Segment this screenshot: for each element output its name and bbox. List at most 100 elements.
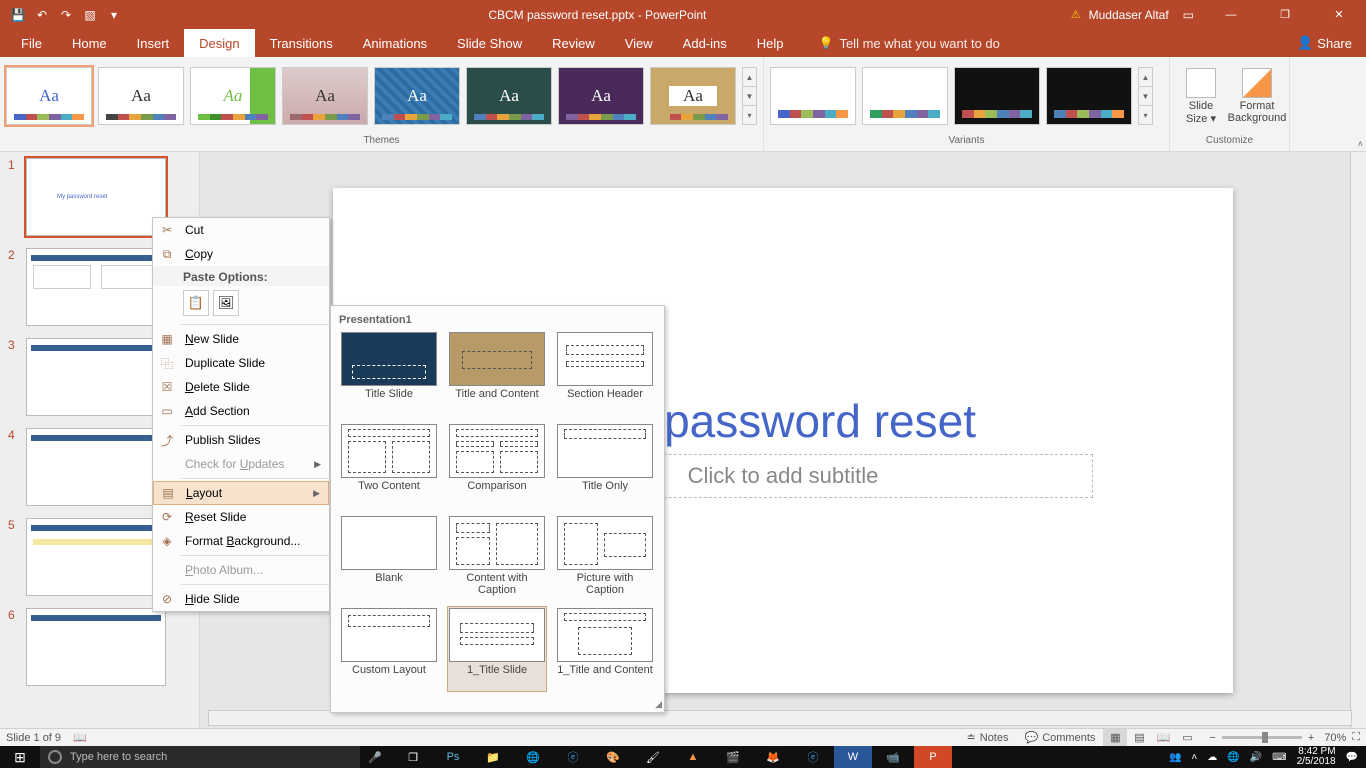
- vertical-scrollbar[interactable]: [1350, 152, 1366, 728]
- chrome-icon[interactable]: 🌐: [514, 746, 552, 768]
- layout-picture-caption[interactable]: Picture with Caption: [555, 514, 655, 600]
- resize-handle-icon[interactable]: ◢: [655, 699, 662, 710]
- tell-me-search[interactable]: 💡Tell me what you want to do: [819, 29, 1000, 57]
- ctx-layout[interactable]: ▤Layout▶: [153, 481, 329, 505]
- ctx-delete-slide[interactable]: ☒Delete Slide: [153, 375, 329, 399]
- layout-title-slide[interactable]: Title Slide: [339, 330, 439, 416]
- firefox-icon[interactable]: 🦊: [754, 746, 792, 768]
- scroll-up-icon[interactable]: ▲: [743, 68, 756, 87]
- collapse-ribbon-icon[interactable]: ˄: [1358, 139, 1363, 149]
- tab-addins[interactable]: Add-ins: [668, 29, 742, 57]
- minimize-button[interactable]: —: [1208, 0, 1254, 29]
- comments-button[interactable]: 💬Comments: [1017, 729, 1104, 746]
- tab-transitions[interactable]: Transitions: [255, 29, 348, 57]
- filmora-icon[interactable]: 🎬: [714, 746, 752, 768]
- layout-content-caption[interactable]: Content with Caption: [447, 514, 547, 600]
- normal-view-icon[interactable]: ▦: [1103, 729, 1127, 747]
- ctx-new-slide[interactable]: ▦New Slide: [153, 327, 329, 351]
- layout-two-content[interactable]: Two Content: [339, 422, 439, 508]
- edge-icon[interactable]: ⓔ: [794, 746, 832, 768]
- variants-gallery-more[interactable]: ▲▼▾: [1138, 67, 1153, 125]
- expand-gallery-icon[interactable]: ▾: [743, 106, 756, 124]
- variant-1[interactable]: [770, 67, 856, 125]
- vlc-icon[interactable]: ▲: [674, 746, 712, 768]
- layout-title-only[interactable]: Title Only: [555, 422, 655, 508]
- layout-comparison[interactable]: Comparison: [447, 422, 547, 508]
- share-button[interactable]: 👤Share: [1283, 29, 1366, 57]
- volume-icon[interactable]: 🔊: [1250, 752, 1262, 763]
- layout-1-title-content[interactable]: 1_Title and Content: [555, 606, 655, 692]
- theme-3[interactable]: Aa: [190, 67, 276, 125]
- theme-4[interactable]: Aa: [282, 67, 368, 125]
- layout-custom[interactable]: Custom Layout: [339, 606, 439, 692]
- reading-view-icon[interactable]: 📖: [1151, 729, 1175, 747]
- zoom-icon[interactable]: 📹: [874, 746, 912, 768]
- account-name[interactable]: Muddaser Altaf: [1089, 8, 1169, 22]
- expand-gallery-icon[interactable]: ▾: [1139, 106, 1152, 124]
- theme-8[interactable]: Aa: [650, 67, 736, 125]
- tab-design[interactable]: Design: [184, 29, 254, 57]
- tab-insert[interactable]: Insert: [122, 29, 185, 57]
- themes-gallery-more[interactable]: ▲▼▾: [742, 67, 757, 125]
- tab-view[interactable]: View: [610, 29, 668, 57]
- scroll-down-icon[interactable]: ▼: [743, 87, 756, 106]
- theme-5[interactable]: Aa: [374, 67, 460, 125]
- onedrive-icon[interactable]: ☁: [1207, 752, 1217, 763]
- layout-section-header[interactable]: Section Header: [555, 330, 655, 416]
- word-icon[interactable]: W: [834, 746, 872, 768]
- scroll-up-icon[interactable]: ▲: [1139, 68, 1152, 87]
- keyboard-icon[interactable]: ⌨: [1272, 752, 1286, 763]
- variant-2[interactable]: [862, 67, 948, 125]
- close-button[interactable]: ✕: [1316, 0, 1362, 29]
- explorer-icon[interactable]: 📁: [474, 746, 512, 768]
- tray-expand-icon[interactable]: ˄: [1191, 752, 1197, 763]
- people-icon[interactable]: 👥: [1169, 752, 1181, 763]
- ctx-add-section[interactable]: ▭Add Section: [153, 399, 329, 423]
- qat-more-icon[interactable]: ▾: [104, 5, 124, 25]
- redo-icon[interactable]: ↷: [56, 5, 76, 25]
- tab-review[interactable]: Review: [537, 29, 610, 57]
- tab-animations[interactable]: Animations: [348, 29, 442, 57]
- paint-icon[interactable]: 🖌: [634, 746, 672, 768]
- app-icon[interactable]: 🎨: [594, 746, 632, 768]
- undo-icon[interactable]: ↶: [32, 5, 52, 25]
- ribbon-options-icon[interactable]: ▭: [1177, 8, 1200, 22]
- start-from-beginning-icon[interactable]: ▧: [80, 5, 100, 25]
- layout-title-content[interactable]: Title and Content: [447, 330, 547, 416]
- fit-to-window-icon[interactable]: ⛶: [1352, 731, 1360, 744]
- notes-button[interactable]: ≐Notes: [959, 729, 1017, 746]
- paste-dest-theme[interactable]: 📋: [183, 290, 209, 316]
- notifications-icon[interactable]: 💬: [1346, 752, 1358, 763]
- spellcheck-icon[interactable]: 📖: [73, 731, 87, 744]
- zoom-in-button[interactable]: +: [1308, 732, 1314, 744]
- zoom-level[interactable]: 70%: [1324, 732, 1346, 744]
- ctx-hide-slide[interactable]: ⊘Hide Slide: [153, 587, 329, 611]
- ctx-publish-slides[interactable]: ⤴Publish Slides: [153, 428, 329, 452]
- scroll-down-icon[interactable]: ▼: [1139, 87, 1152, 106]
- microphone-icon[interactable]: 🎤: [360, 751, 390, 764]
- ctx-format-background[interactable]: ◈Format Background...: [153, 529, 329, 553]
- tab-file[interactable]: File: [6, 29, 57, 57]
- tab-home[interactable]: Home: [57, 29, 122, 57]
- theme-6[interactable]: Aa: [466, 67, 552, 125]
- paste-picture[interactable]: 🖼: [213, 290, 239, 316]
- ie-icon[interactable]: ⓔ: [554, 746, 592, 768]
- ctx-cut[interactable]: ✂Cut: [153, 218, 329, 242]
- taskbar-search[interactable]: Type here to search: [40, 746, 360, 768]
- layout-1-title-slide[interactable]: 1_Title Slide: [447, 606, 547, 692]
- format-background-button[interactable]: Format Background: [1232, 66, 1282, 126]
- theme-office[interactable]: Aa: [6, 67, 92, 125]
- layout-blank[interactable]: Blank: [339, 514, 439, 600]
- variant-3[interactable]: [954, 67, 1040, 125]
- ctx-duplicate-slide[interactable]: ⿻Duplicate Slide: [153, 351, 329, 375]
- clock[interactable]: 8:42 PM2/5/2018: [1297, 747, 1336, 767]
- save-icon[interactable]: 💾: [8, 5, 28, 25]
- ctx-copy[interactable]: ⧉Copy: [153, 242, 329, 266]
- variant-4[interactable]: [1046, 67, 1132, 125]
- restore-button[interactable]: ❐: [1262, 0, 1308, 29]
- start-button[interactable]: ⊞: [0, 749, 40, 766]
- tab-slideshow[interactable]: Slide Show: [442, 29, 537, 57]
- sorter-view-icon[interactable]: ▤: [1127, 729, 1151, 747]
- zoom-slider[interactable]: [1222, 736, 1302, 739]
- slide-size-button[interactable]: Slide Size ▾: [1176, 66, 1226, 127]
